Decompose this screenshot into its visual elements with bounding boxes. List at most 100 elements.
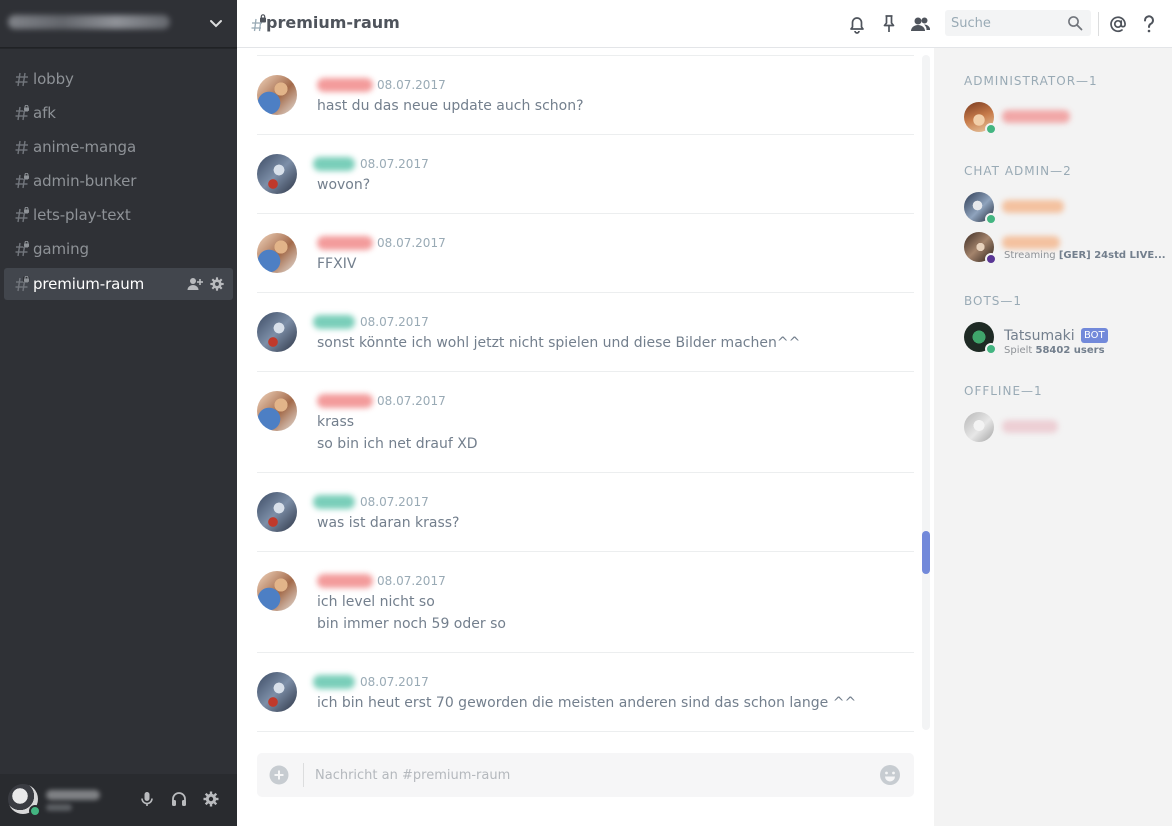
search-input[interactable]: Suche [945, 10, 1091, 36]
message-timestamp: 08.07.2017 [360, 315, 429, 329]
message-author[interactable] [313, 315, 355, 329]
sidebar-item-premium-raum[interactable]: premium-raum [4, 268, 233, 300]
channel-list: lobby afk anime-manga admin-bunker lets-play… [4, 62, 233, 300]
message-author[interactable] [313, 495, 355, 509]
message-text: bin immer noch 59 oder so [317, 616, 506, 632]
message-list: 08.07.2017 hast du das neue update auch s… [237, 48, 934, 738]
channel-label: premium-raum [33, 275, 145, 293]
scrollbar-track[interactable] [922, 55, 930, 730]
server-header[interactable] [0, 0, 237, 48]
role-header-bots: BOTS—1 [964, 294, 1023, 308]
online-status-icon [985, 123, 997, 135]
message-timestamp: 08.07.2017 [377, 236, 446, 250]
member-name [1002, 420, 1058, 433]
member-name [1002, 110, 1070, 123]
chevron-down-icon[interactable] [207, 14, 225, 32]
role-header-offline: OFFLINE—1 [964, 384, 1043, 398]
sidebar-item-lobby[interactable]: lobby [4, 62, 233, 96]
message-author[interactable] [317, 236, 373, 250]
avatar[interactable] [257, 492, 297, 532]
message-group: 08.07.2017 hast du das neue update auch s… [257, 55, 914, 134]
pin-icon[interactable] [878, 13, 900, 35]
avatar[interactable] [257, 233, 297, 273]
microphone-icon[interactable] [138, 790, 156, 808]
message-group: 08.07.2017 FFXIV [257, 213, 914, 292]
message-group: 08.07.2017 was ist daran krass? [257, 472, 914, 551]
channel-label: lets-play-text [33, 206, 131, 224]
gear-icon[interactable] [209, 276, 225, 292]
member-name [1002, 200, 1064, 213]
scrollbar-thumb[interactable] [922, 531, 930, 574]
message-group: 08.07.2017 krass so bin ich net drauf XD [257, 371, 914, 472]
member-item-tatsumaki[interactable]: Tatsumaki BOT Spielt 58402 users [964, 322, 1164, 362]
channel-label: admin-bunker [33, 172, 137, 190]
member-item[interactable] [964, 412, 1164, 452]
member-list: ADMINISTRATOR—1 CHAT ADMIN—2 Streaming [… [934, 48, 1172, 826]
sidebar-item-lets-play-text[interactable]: lets-play-text [4, 198, 233, 232]
gear-icon[interactable] [202, 790, 220, 808]
member-item[interactable]: Streaming [GER] 24std LIVE... [964, 232, 1166, 272]
sidebar-item-afk[interactable]: afk [4, 96, 233, 130]
page-title: premium-raum [266, 13, 400, 32]
emoji-icon[interactable] [879, 764, 901, 786]
avatar [964, 412, 994, 442]
message-composer [257, 753, 914, 797]
add-user-icon[interactable] [187, 276, 203, 292]
sidebar-item-admin-bunker[interactable]: admin-bunker [4, 164, 233, 198]
message-timestamp: 08.07.2017 [377, 78, 446, 92]
locked-hash-icon [15, 173, 30, 189]
avatar[interactable] [257, 571, 297, 611]
member-activity: Streaming [GER] 24std LIVE... [1004, 250, 1166, 261]
avatar[interactable] [257, 391, 297, 431]
channel-label: gaming [33, 240, 89, 258]
user-panel [0, 774, 237, 826]
search-icon[interactable] [1067, 15, 1083, 31]
message-timestamp: 08.07.2017 [360, 495, 429, 509]
locked-hash-icon [15, 207, 30, 223]
avatar[interactable] [257, 154, 297, 194]
channel-label: afk [33, 104, 56, 122]
add-attachment-icon[interactable] [269, 765, 289, 785]
message-author[interactable] [317, 78, 373, 92]
message-author[interactable] [313, 157, 355, 171]
bell-icon[interactable] [846, 13, 868, 35]
member-item[interactable] [964, 102, 1164, 142]
mention-icon[interactable] [1107, 13, 1129, 35]
members-icon[interactable] [909, 13, 931, 35]
headphones-icon[interactable] [170, 790, 188, 808]
locked-hash-icon [15, 241, 30, 257]
activity-prefix: Streaming [1004, 250, 1056, 261]
locked-hash-icon [15, 105, 30, 121]
activity-title: 58402 users [1035, 345, 1105, 356]
message-author[interactable] [317, 574, 373, 588]
sidebar-item-gaming[interactable]: gaming [4, 232, 233, 266]
message-timestamp: 08.07.2017 [360, 675, 429, 689]
sidebar-item-anime-manga[interactable]: anime-manga [4, 130, 233, 164]
channel-header: premium-raum Suche [237, 0, 1172, 48]
online-status-icon [985, 343, 997, 355]
avatar[interactable] [8, 784, 41, 817]
message-group: 08.07.2017 wovon? [257, 134, 914, 213]
avatar[interactable] [257, 312, 297, 352]
avatar[interactable] [257, 75, 297, 115]
header-divider [1098, 12, 1099, 36]
online-status-icon [985, 213, 997, 225]
message-text: FFXIV [317, 256, 357, 272]
role-header-administrator: ADMINISTRATOR—1 [964, 74, 1098, 88]
locked-hash-icon [15, 276, 30, 292]
avatar[interactable] [257, 672, 297, 712]
message-text: was ist daran krass? [317, 515, 460, 531]
message-input[interactable] [315, 753, 875, 797]
message-author[interactable] [313, 675, 355, 689]
help-icon[interactable] [1138, 13, 1160, 35]
message-text: ich bin heut erst 70 geworden die meiste… [317, 695, 857, 711]
locked-channel-hash-icon [251, 14, 266, 32]
member-activity: Spielt 58402 users [1004, 345, 1105, 356]
message-author[interactable] [317, 394, 373, 408]
message-group: 08.07.2017 ich level nicht so bin immer no… [257, 551, 914, 652]
member-name [1002, 236, 1060, 249]
member-item[interactable] [964, 192, 1164, 232]
channel-actions [187, 276, 225, 292]
message-text: hast du das neue update auch schon? [317, 98, 584, 114]
hash-icon [15, 140, 28, 155]
